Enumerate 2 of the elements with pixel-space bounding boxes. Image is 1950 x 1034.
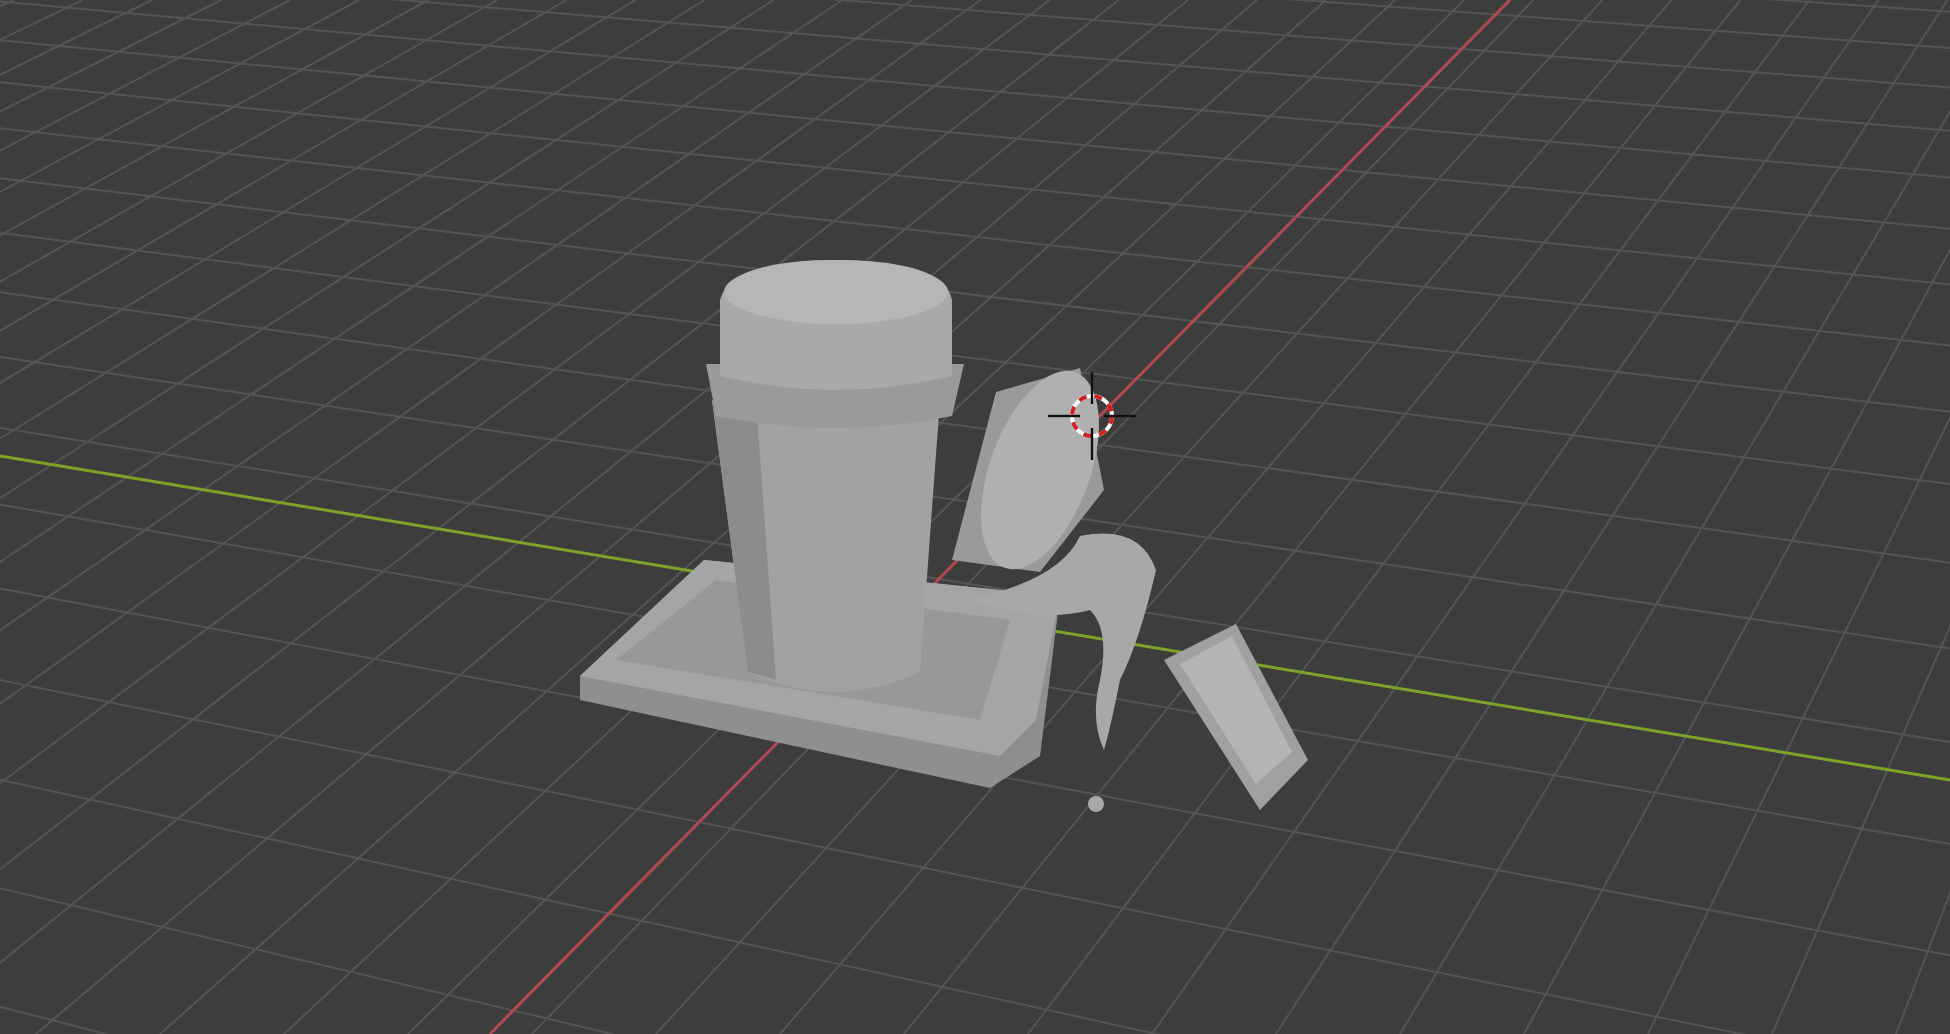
crosshair-cursor-icon[interactable] [1048,372,1136,460]
cup-scene-drawing[interactable] [580,260,1308,812]
